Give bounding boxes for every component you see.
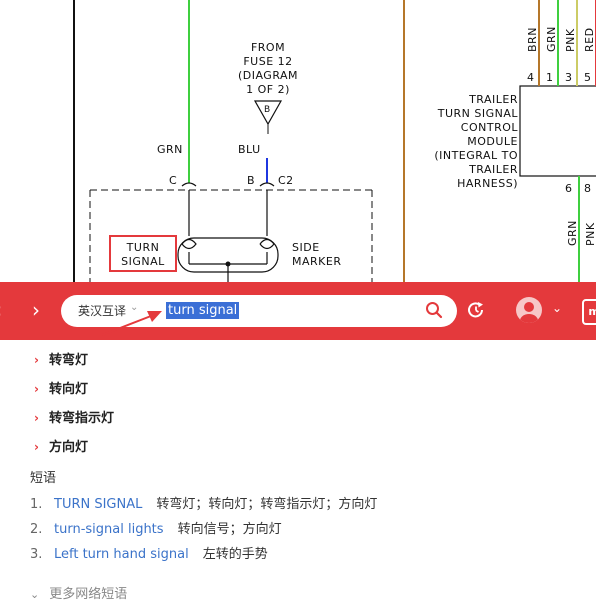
phrase-row: 2. turn-signal lights 转向信号；方向灯 bbox=[30, 521, 282, 539]
translation-text: 转弯灯 bbox=[48, 353, 88, 368]
phrase-link[interactable]: TURN SIGNAL bbox=[54, 497, 142, 512]
phrase-section-title: 短语 bbox=[30, 471, 57, 486]
phrase-row: 3. Left turn hand signal 左转的手势 bbox=[30, 546, 268, 564]
phrase-number: 2. bbox=[30, 522, 43, 537]
chevron-right-icon: › bbox=[34, 440, 39, 454]
phrase-link[interactable]: Left turn hand signal bbox=[54, 547, 189, 562]
translation-text: 转向灯 bbox=[48, 382, 88, 397]
phrase-translation: 转向信号；方向灯 bbox=[177, 522, 282, 537]
chevron-right-icon: › bbox=[34, 382, 39, 396]
chevron-down-icon: ⌄ bbox=[30, 588, 40, 601]
translation-text: 转弯指示灯 bbox=[48, 411, 114, 426]
chevron-right-icon: › bbox=[34, 411, 39, 425]
translation-item[interactable]: › 方向灯 bbox=[34, 438, 88, 457]
results-panel bbox=[0, 340, 596, 608]
phrase-number: 1. bbox=[30, 497, 43, 512]
phrase-number: 3. bbox=[30, 547, 43, 562]
phrase-link[interactable]: turn-signal lights bbox=[54, 522, 164, 537]
translation-item[interactable]: › 转向灯 bbox=[34, 380, 88, 399]
phrase-translation: 左转的手势 bbox=[202, 547, 268, 562]
more-phrases-label: 更多网络短语 bbox=[49, 587, 128, 602]
translation-item[interactable]: › 转弯指示灯 bbox=[34, 409, 114, 428]
translation-text: 方向灯 bbox=[48, 440, 88, 455]
more-phrases-toggle[interactable]: ⌄ 更多网络短语 bbox=[30, 583, 127, 602]
phrase-row: 1. TURN SIGNAL 转弯灯；转向灯；转弯指示灯；方向灯 bbox=[30, 496, 377, 514]
chevron-right-icon: › bbox=[34, 353, 39, 367]
phrase-translation: 转弯灯；转向灯；转弯指示灯；方向灯 bbox=[156, 497, 378, 512]
translation-item[interactable]: › 转弯灯 bbox=[34, 351, 88, 370]
